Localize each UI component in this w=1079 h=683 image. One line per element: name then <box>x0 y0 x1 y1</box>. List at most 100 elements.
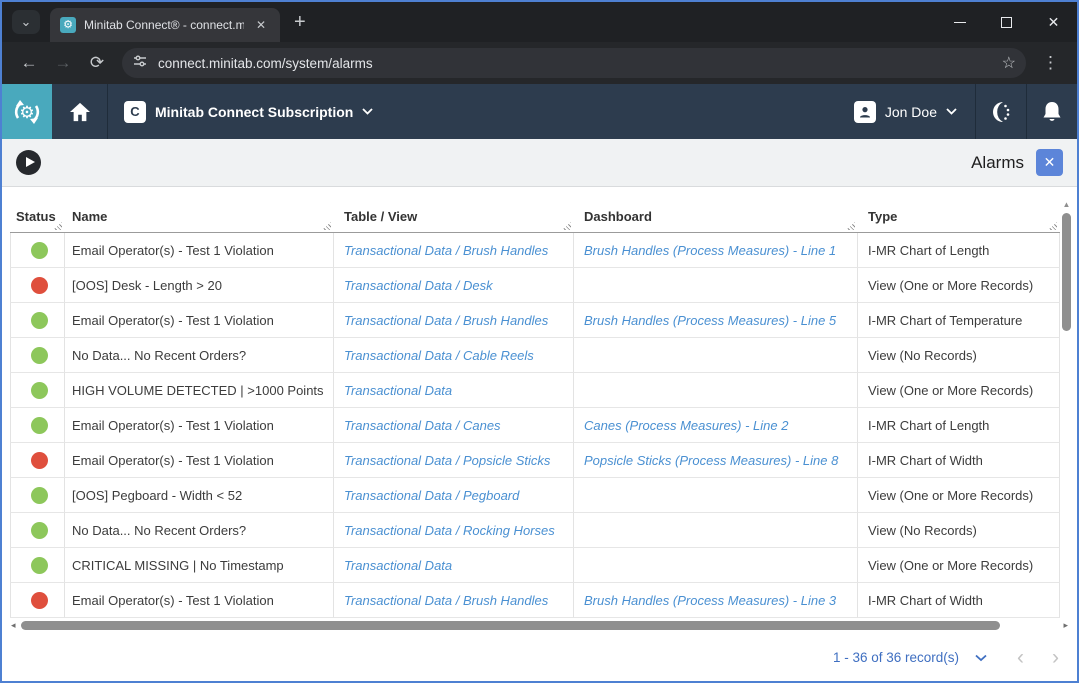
column-resize-handle[interactable] <box>1048 222 1057 230</box>
column-header-table-view[interactable]: Table / View <box>334 200 574 233</box>
user-menu[interactable]: Jon Doe <box>836 101 975 123</box>
column-header-name[interactable]: Name <box>65 200 334 233</box>
alarm-type-cell: I-MR Chart of Length <box>858 233 1060 268</box>
table-row[interactable]: No Data... No Recent Orders? Transaction… <box>10 338 1060 373</box>
close-panel-button[interactable]: ✕ <box>1036 149 1063 176</box>
scroll-up-icon[interactable]: ▲ <box>1063 200 1071 210</box>
subscription-selector[interactable]: C Minitab Connect Subscription <box>108 101 389 123</box>
column-header-status[interactable]: Status <box>10 200 65 233</box>
maximize-button[interactable] <box>983 2 1030 42</box>
svg-text:⚙: ⚙ <box>19 103 34 122</box>
home-button[interactable] <box>52 84 107 139</box>
bookmark-star-icon[interactable]: ☆ <box>1002 53 1016 73</box>
scroll-left-icon[interactable]: ◂ <box>8 620 19 631</box>
column-resize-handle[interactable] <box>846 222 855 230</box>
status-cell <box>10 583 65 618</box>
minimize-button[interactable] <box>936 2 983 42</box>
browser-menu-icon[interactable]: ⋮ <box>1036 53 1065 73</box>
browser-tab-active[interactable]: ⚙ Minitab Connect® - connect.mi ✕ <box>50 8 280 42</box>
alarm-name-cell: [OOS] Desk - Length > 20 <box>65 268 334 303</box>
dashboard-link[interactable]: Brush Handles (Process Measures) - Line … <box>574 303 858 338</box>
dashboard-link <box>574 338 858 373</box>
table-view-link[interactable]: Transactional Data <box>334 373 574 408</box>
url-text[interactable]: connect.minitab.com/system/alarms <box>158 56 992 71</box>
column-header-type[interactable]: Type <box>858 200 1060 233</box>
site-settings-icon[interactable] <box>132 53 148 74</box>
address-bar[interactable]: connect.minitab.com/system/alarms ☆ <box>122 48 1026 78</box>
status-dot <box>31 452 48 469</box>
table-view-link[interactable]: Transactional Data / Cable Reels <box>334 338 574 373</box>
table-view-link[interactable]: Transactional Data / Rocking Horses <box>334 513 574 548</box>
scheduler-button[interactable] <box>976 84 1026 139</box>
vertical-scrollbar[interactable]: ▲ <box>1061 200 1072 620</box>
chevron-down-icon <box>362 108 373 115</box>
alarm-type-cell: View (One or More Records) <box>858 478 1060 513</box>
alarm-type-cell: I-MR Chart of Width <box>858 583 1060 618</box>
dashboard-link[interactable]: Brush Handles (Process Measures) - Line … <box>574 583 858 618</box>
table-row[interactable]: Email Operator(s) - Test 1 Violation Tra… <box>10 303 1060 338</box>
tab-close-icon[interactable]: ✕ <box>252 16 270 34</box>
table-row[interactable]: CRITICAL MISSING | No Timestamp Transact… <box>10 548 1060 583</box>
horizontal-scroll-track[interactable] <box>19 621 1061 630</box>
table-row[interactable]: [OOS] Pegboard - Width < 52 Transactiona… <box>10 478 1060 513</box>
dashboard-link[interactable]: Canes (Process Measures) - Line 2 <box>574 408 858 443</box>
chevron-down-icon <box>975 654 987 662</box>
vertical-scroll-thumb[interactable] <box>1062 213 1071 331</box>
alarm-type-cell: View (One or More Records) <box>858 268 1060 303</box>
column-header-dashboard[interactable]: Dashboard <box>574 200 858 233</box>
chevron-down-icon: ⌄ <box>21 14 32 30</box>
page-size-dropdown[interactable] <box>975 654 987 662</box>
reload-button[interactable]: ⟳ <box>82 48 112 78</box>
alarm-type-cell: I-MR Chart of Width <box>858 443 1060 478</box>
table-view-link[interactable]: Transactional Data / Brush Handles <box>334 303 574 338</box>
dashboard-link <box>574 268 858 303</box>
alarm-name-cell: HIGH VOLUME DETECTED | >1000 Points <box>65 373 334 408</box>
status-cell <box>10 373 65 408</box>
dashboard-link[interactable]: Popsicle Sticks (Process Measures) - Lin… <box>574 443 858 478</box>
forward-button[interactable]: → <box>48 48 78 78</box>
horizontal-scroll-thumb[interactable] <box>21 621 1000 630</box>
column-resize-handle[interactable] <box>322 222 331 230</box>
next-page-button[interactable]: › <box>1052 647 1059 668</box>
tab-search-button[interactable]: ⌄ <box>12 10 40 34</box>
minimize-icon <box>954 22 966 23</box>
horizontal-scrollbar[interactable]: ◂ ▸ <box>2 618 1077 632</box>
minitab-connect-logo[interactable]: ⚙ <box>2 84 52 139</box>
table-row[interactable]: Email Operator(s) - Test 1 Violation Tra… <box>10 583 1060 618</box>
tab-title: Minitab Connect® - connect.mi <box>84 18 244 32</box>
table-row[interactable]: Email Operator(s) - Test 1 Violation Tra… <box>10 408 1060 443</box>
play-button[interactable] <box>16 150 41 175</box>
table-row[interactable]: HIGH VOLUME DETECTED | >1000 Points Tran… <box>10 373 1060 408</box>
table-view-link[interactable]: Transactional Data / Brush Handles <box>334 233 574 268</box>
close-window-button[interactable]: ✕ <box>1030 2 1077 42</box>
previous-page-button[interactable]: ‹ <box>1017 647 1024 668</box>
table-view-link[interactable]: Transactional Data / Pegboard <box>334 478 574 513</box>
table-row[interactable]: Email Operator(s) - Test 1 Violation Tra… <box>10 443 1060 478</box>
alarm-name-cell: Email Operator(s) - Test 1 Violation <box>65 233 334 268</box>
back-button[interactable]: ← <box>14 48 44 78</box>
table-row[interactable]: No Data... No Recent Orders? Transaction… <box>10 513 1060 548</box>
user-name: Jon Doe <box>885 104 937 120</box>
status-cell <box>10 303 65 338</box>
table-row[interactable]: [OOS] Desk - Length > 20 Transactional D… <box>10 268 1060 303</box>
panel-title: Alarms <box>971 153 1024 173</box>
table-row[interactable]: Email Operator(s) - Test 1 Violation Tra… <box>10 233 1060 268</box>
column-resize-handle[interactable] <box>562 222 571 230</box>
table-view-link[interactable]: Transactional Data / Brush Handles <box>334 583 574 618</box>
home-icon <box>69 102 91 122</box>
alarm-type-cell: View (No Records) <box>858 338 1060 373</box>
dashboard-link[interactable]: Brush Handles (Process Measures) - Line … <box>574 233 858 268</box>
table-view-link[interactable]: Transactional Data <box>334 548 574 583</box>
subscription-badge: C <box>124 101 146 123</box>
table-view-link[interactable]: Transactional Data / Desk <box>334 268 574 303</box>
table-view-link[interactable]: Transactional Data / Canes <box>334 408 574 443</box>
table-view-link[interactable]: Transactional Data / Popsicle Sticks <box>334 443 574 478</box>
subscription-label: Minitab Connect Subscription <box>155 104 353 120</box>
notifications-button[interactable] <box>1027 84 1077 139</box>
status-cell <box>10 268 65 303</box>
new-tab-button[interactable]: + <box>294 11 306 34</box>
table-header-row: Status Name Table / View Dashboard Type <box>10 200 1060 233</box>
window-controls: ✕ <box>936 2 1077 42</box>
status-dot <box>31 487 48 504</box>
scroll-right-icon[interactable]: ▸ <box>1060 620 1071 631</box>
